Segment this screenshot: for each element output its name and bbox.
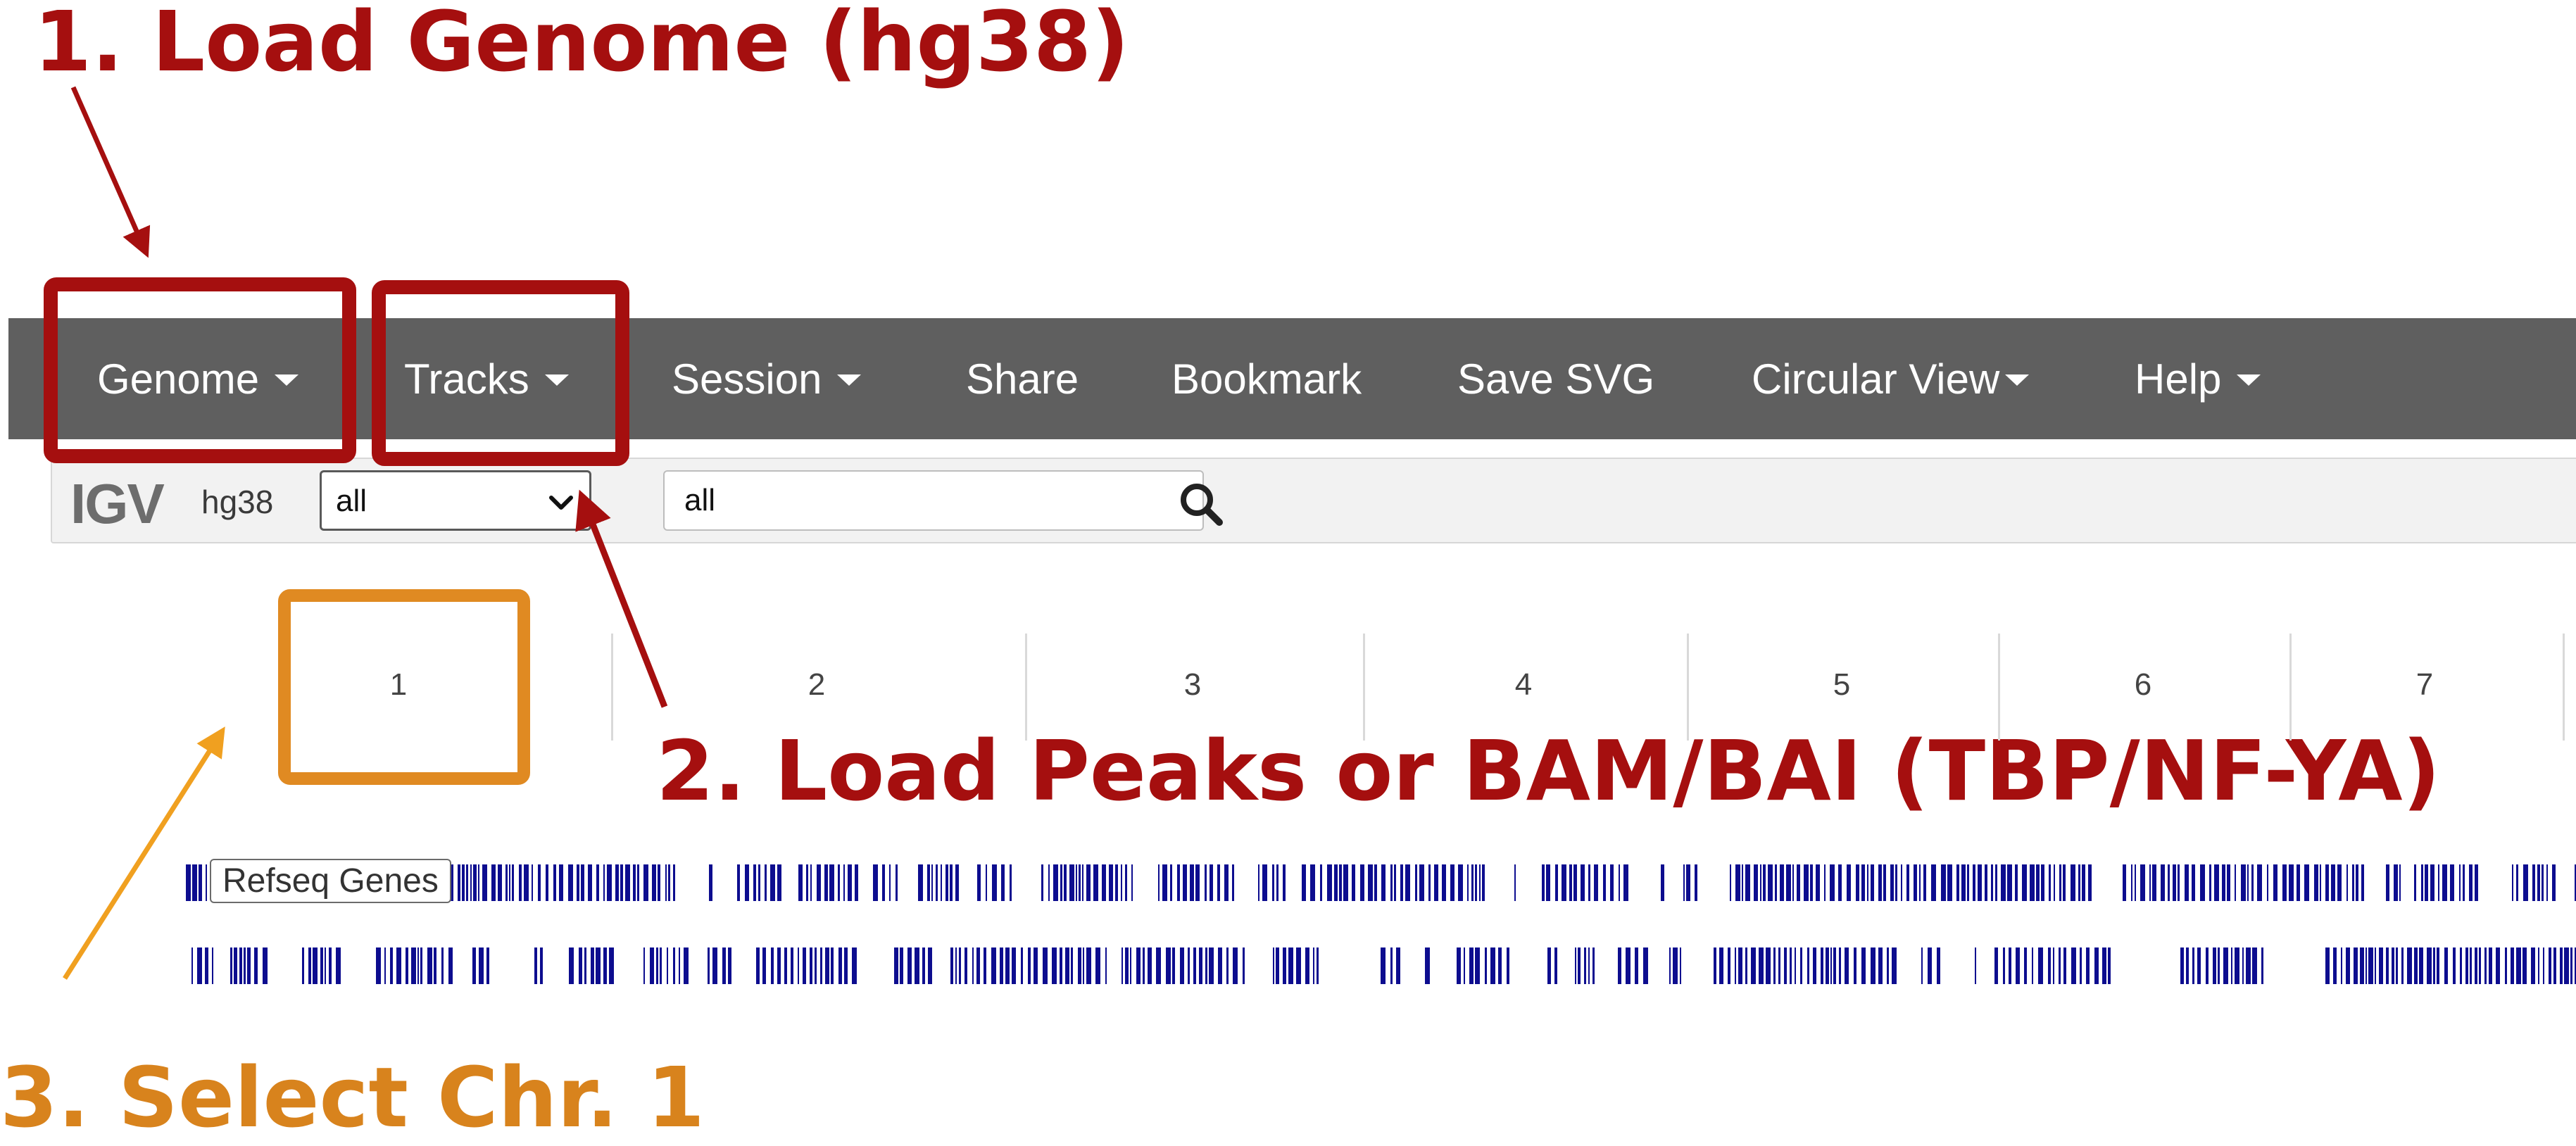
highlight-box-tracks [372, 280, 629, 466]
highlight-box-genome [44, 277, 356, 463]
arrow-step3 [63, 726, 225, 980]
arrow-step1 [70, 86, 151, 258]
arrow-step2 [575, 489, 668, 708]
highlight-box-chr1 [278, 589, 530, 785]
annotation-overlay [44, 86, 668, 980]
